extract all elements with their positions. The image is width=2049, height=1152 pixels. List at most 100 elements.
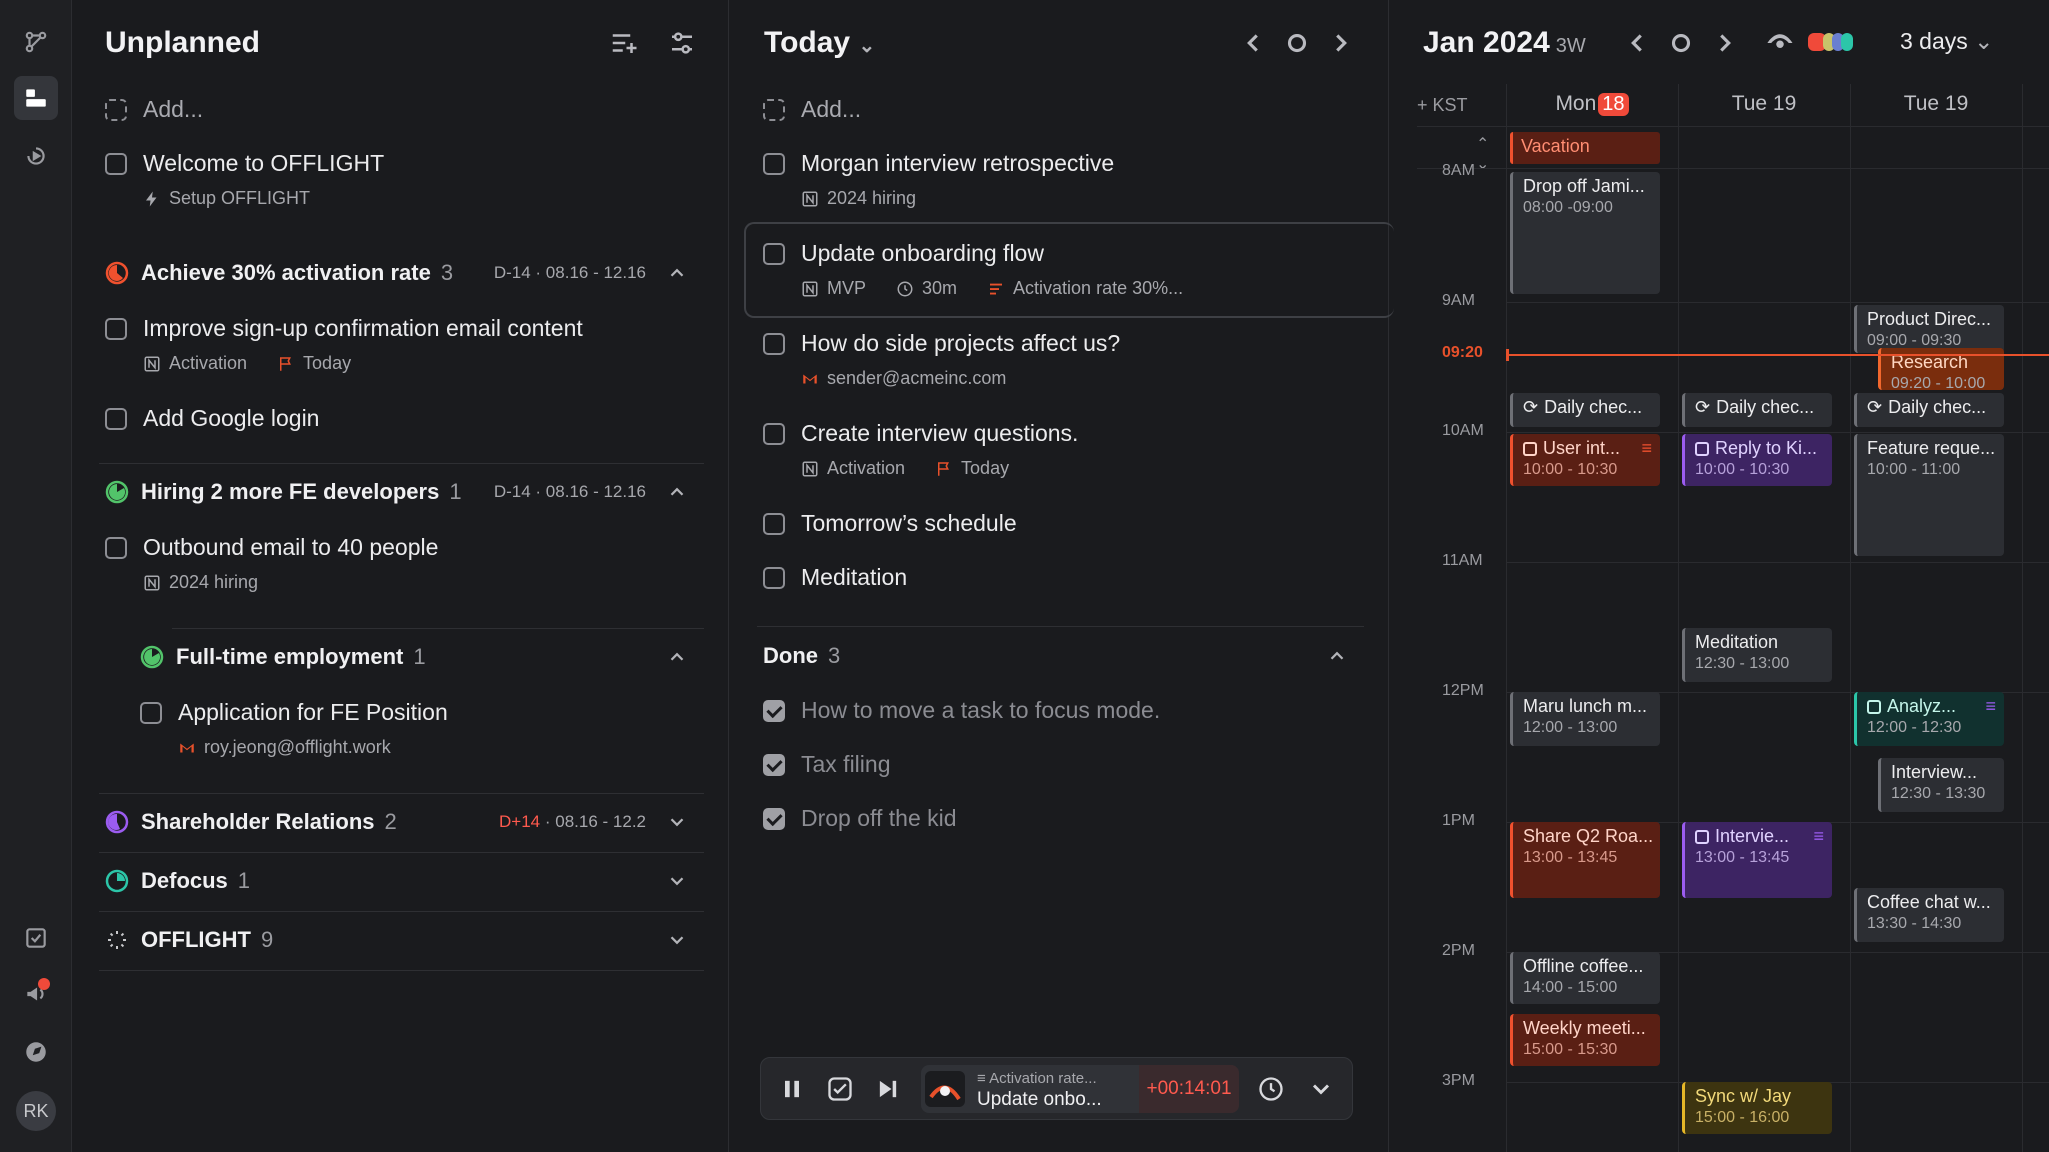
calendar-event[interactable]: Share Q2 Roa... 13:00 - 13:45 [1510,822,1660,898]
eye-icon[interactable] [1765,28,1795,58]
add-timezone[interactable]: + KST [1417,95,1468,116]
chevron-right-icon[interactable] [1710,28,1740,58]
goal-group-header[interactable]: OFFLIGHT 9 [105,924,704,960]
view-dropdown[interactable]: 3 days ⌄ [1900,28,1993,55]
calendar-colors-icon[interactable] [1808,33,1853,51]
calendar-event[interactable]: Feature reque... 10:00 - 11:00 [1854,434,2004,556]
day-header[interactable]: Tue 19 [1850,92,2022,122]
chevron-left-icon[interactable] [1238,28,1268,58]
calendar-event[interactable]: Analyz... ≡ 12:00 - 12:30 [1854,692,2004,746]
hour-label: 2PM [1442,942,1475,959]
chevron-down-icon[interactable] [666,811,688,833]
task-checkbox[interactable] [105,537,127,559]
task-item[interactable]: How do side projects affect us? sender@a… [763,330,1364,390]
goal-group-header[interactable]: Hiring 2 more FE developers 1 D-14 · 08.1… [105,476,704,512]
task-checkbox[interactable] [1695,829,1709,844]
avatar[interactable]: RK [16,1091,56,1131]
done-task-item[interactable]: Drop off the kid [763,805,1364,835]
task-item[interactable]: Outbound email to 40 people 2024 hiring [105,534,704,594]
chevron-right-icon[interactable] [1326,28,1356,58]
task-item[interactable]: Create interview questions. Activation T… [763,420,1364,480]
task-checkbox-checked[interactable] [763,754,785,776]
task-item[interactable]: Tomorrow’s schedule [763,510,1364,540]
calendar-event[interactable]: Meditation 12:30 - 13:00 [1682,628,1832,682]
done-section-header[interactable]: Done 3 [763,640,1364,676]
task-checkbox[interactable] [1867,699,1881,714]
task-checkbox[interactable] [763,243,785,265]
allday-event[interactable]: Vacation [1510,132,1660,164]
subgroup-header[interactable]: Full-time employment 1 [140,641,704,677]
task-item[interactable]: Meditation [763,564,1364,594]
calendar-event[interactable]: Reply to Ki... 10:00 - 10:30 [1682,434,1832,486]
chevron-up-icon[interactable] [666,646,688,668]
add-task-input[interactable]: Add... [801,96,861,123]
chevron-up-icon[interactable] [1326,645,1348,667]
chevron-down-icon[interactable] [666,870,688,892]
task-checkbox[interactable] [763,153,785,175]
day-header[interactable]: Mon 18 [1506,92,1678,122]
done-task-item[interactable]: How to move a task to focus mode. [763,697,1364,727]
task-checkbox-checked[interactable] [763,808,785,830]
sort-icon[interactable] [609,28,639,58]
chevron-up-icon[interactable] [666,481,688,503]
done-task-item[interactable]: Tax filing [763,751,1364,781]
calendar-event[interactable]: Weekly meeti... 15:00 - 15:30 [1510,1014,1660,1066]
announcements-icon[interactable] [14,972,58,1016]
goal-group-header[interactable]: Defocus 1 [105,865,704,901]
task-item[interactable]: Welcome to OFFLIGHT Setup OFFLIGHT [105,150,704,210]
task-checkbox[interactable] [1695,441,1709,456]
calendar-event[interactable]: Drop off Jami... 08:00 -09:00 [1510,172,1660,294]
planner-icon[interactable] [14,76,58,120]
complete-icon[interactable] [825,1074,855,1104]
chevron-down-icon[interactable] [1306,1074,1336,1104]
calendar-event[interactable]: ⟳ Daily chec... [1854,393,2004,427]
current-task-card[interactable]: ≡ Activation rate... Update onbo... +00:… [921,1065,1239,1113]
calendar-event[interactable]: ⟳ Daily chec... [1510,393,1660,427]
chevron-left-icon[interactable] [1622,28,1652,58]
chevron-up-icon[interactable] [666,262,688,284]
task-checkbox[interactable] [763,567,785,589]
task-checkbox[interactable] [763,513,785,535]
task-item[interactable]: Improve sign-up confirmation email conte… [105,315,704,375]
goal-lines-icon: ≡ [977,1070,990,1087]
rocket-icon[interactable] [14,1030,58,1074]
task-checkbox[interactable] [105,408,127,430]
today-circle-icon[interactable] [1282,28,1312,58]
goal-group-header[interactable]: Achieve 30% activation rate 3 D-14 · 08.1… [105,257,704,293]
calendar-event[interactable]: Maru lunch m... 12:00 - 13:00 [1510,692,1660,746]
task-checkbox[interactable] [763,423,785,445]
add-task-row[interactable]: Add... [105,96,704,126]
add-task-input[interactable]: Add... [143,96,203,123]
calendar-event[interactable]: Interview... 12:30 - 13:30 [1878,758,2004,812]
today-dropdown[interactable]: Today ⌄ [764,26,875,60]
focus-icon[interactable] [14,134,58,178]
workflow-icon[interactable] [14,20,58,64]
calendar-event[interactable]: Product Direc... 09:00 - 09:30 [1854,305,2004,353]
calendar-event[interactable]: Intervie... ≡ 13:00 - 13:45 [1682,822,1832,898]
calendar-event[interactable]: Offline coffee... 14:00 - 15:00 [1510,952,1660,1004]
calendar-event[interactable]: Coffee chat w... 13:30 - 14:30 [1854,888,2004,942]
task-item[interactable]: Application for FE Position roy.jeong@of… [140,699,704,759]
task-item[interactable]: Update onboarding flow MVP 30m Activatio… [763,240,1364,300]
today-circle-icon[interactable] [1666,28,1696,58]
day-header[interactable]: Tue 19 [1678,92,1850,122]
skip-icon[interactable] [873,1074,903,1104]
task-checkbox[interactable] [105,153,127,175]
pause-icon[interactable] [777,1074,807,1104]
task-item[interactable]: Morgan interview retrospective 2024 hiri… [763,150,1364,210]
calendar-event[interactable]: User int... ≡ 10:00 - 10:30 [1510,434,1660,486]
goal-group-header[interactable]: Shareholder Relations 2 D+14 · 08.16 - 12… [105,806,704,842]
task-checkbox[interactable] [763,333,785,355]
task-item[interactable]: Add Google login [105,405,704,435]
calendar-event[interactable]: Sync w/ Jay 15:00 - 16:00 [1682,1082,1832,1134]
task-checkbox-checked[interactable] [763,700,785,722]
filter-icon[interactable] [667,28,697,58]
tasks-icon[interactable] [14,916,58,960]
add-task-row[interactable]: Add... [763,96,1364,126]
timer-icon[interactable] [1256,1074,1286,1104]
task-checkbox[interactable] [140,702,162,724]
calendar-event[interactable]: ⟳ Daily chec... [1682,393,1832,427]
task-checkbox[interactable] [1523,441,1537,456]
chevron-down-icon[interactable] [666,929,688,951]
task-checkbox[interactable] [105,318,127,340]
